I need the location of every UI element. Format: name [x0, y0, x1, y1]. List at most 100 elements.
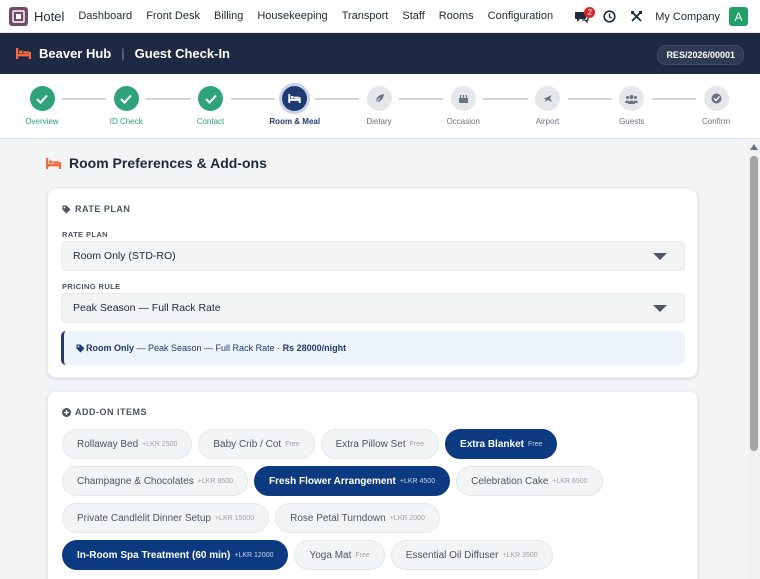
users-icon	[619, 86, 645, 111]
addon-chip[interactable]: Fresh Flower Arrangement +LKR 4500	[253, 466, 451, 496]
chevron-down-icon	[653, 253, 667, 260]
addon-chip[interactable]: In-Room Spa Treatment (60 min) +LKR 12000	[62, 540, 289, 570]
addon-price: +LKR 15000	[214, 514, 255, 522]
step-label: Overview	[25, 117, 59, 126]
step-label: Confirm	[701, 117, 730, 126]
pricing-rule-label: PRICING RULE	[62, 282, 121, 291]
step-label: Guests	[619, 117, 645, 126]
addon-chip[interactable]: Extra Pillow Set Free	[320, 429, 440, 459]
menu-housekeeping[interactable]: Housekeeping	[250, 10, 334, 22]
menu-staff[interactable]: Staff	[395, 10, 431, 22]
step-overview[interactable]: Overview	[2, 86, 82, 126]
rate-plan-label: RATE PLAN	[62, 230, 108, 239]
addon-chip[interactable]: Rollaway Bed +LKR 2500	[62, 429, 193, 459]
addons-heading: ADD-ON ITEMS	[62, 407, 147, 417]
step-confirm[interactable]: Confirm	[676, 86, 756, 126]
systray: 2 My Company A	[571, 0, 760, 33]
top-navbar: Hotel Dashboard Front Desk Billing House…	[0, 0, 760, 33]
menu-front-desk[interactable]: Front Desk	[139, 10, 207, 22]
tag-icon	[76, 344, 85, 352]
rate-plan-heading: RATE PLAN	[62, 204, 130, 214]
step-label: Occasion	[446, 117, 480, 126]
step-label: ID Check	[109, 117, 143, 126]
checkin-stepper: Overview ID Check Contact Room & Meal Dietar…	[0, 74, 760, 139]
addon-price: +LKR 2500	[142, 440, 178, 448]
step-contact[interactable]: Contact	[171, 86, 251, 126]
check-icon	[113, 86, 139, 111]
menu-billing[interactable]: Billing	[207, 10, 250, 22]
addon-name: Extra Blanket	[460, 438, 524, 450]
company-switcher[interactable]: My Company	[655, 11, 720, 23]
check-circle-icon	[703, 86, 729, 111]
reservation-badge: RES/2026/00001	[657, 45, 744, 65]
activity-button[interactable]	[598, 6, 620, 28]
addon-chips: Rollaway Bed +LKR 2500 Baby Crib / Cot Free…	[62, 429, 682, 577]
addon-name: Celebration Cake	[471, 475, 549, 487]
scrollbar[interactable]	[748, 140, 760, 579]
check-icon	[29, 86, 55, 111]
rate-plan-select[interactable]: Room Only (STD-RO)	[61, 241, 685, 271]
step-label: Airport	[535, 117, 560, 126]
pricing-rule-value: Peak Season — Full Rack Rate	[73, 302, 221, 314]
addon-row: In-Room Spa Treatment (60 min) +LKR 12000…	[62, 540, 682, 570]
addon-name: Rose Petal Turndown	[290, 512, 386, 524]
avatar[interactable]: A	[729, 7, 748, 26]
addon-chip[interactable]: Celebration Cake +LKR 6500	[456, 466, 603, 496]
addon-chip[interactable]: Essential Oil Diffuser +LKR 3500	[390, 540, 553, 570]
menu-transport[interactable]: Transport	[335, 10, 396, 22]
pricing-rule-select[interactable]: Peak Season — Full Rack Rate	[61, 293, 685, 323]
addon-row: Champagne & Chocolates +LKR 8500 Fresh Flo…	[62, 466, 682, 496]
app-name[interactable]: Hotel	[34, 9, 64, 24]
addon-price: Free	[409, 440, 425, 448]
addon-name: Fresh Flower Arrangement	[268, 475, 396, 487]
addon-name: Extra Pillow Set	[335, 438, 406, 450]
addon-chip[interactable]: Extra Blanket Free	[445, 429, 558, 459]
scroll-up-icon[interactable]	[750, 144, 758, 150]
section-title: Room Preferences & Add-ons	[46, 155, 267, 171]
step-id-check[interactable]: ID Check	[86, 86, 166, 126]
check-icon	[198, 86, 223, 111]
plus-circle-icon	[62, 407, 71, 417]
addon-price: Free	[527, 440, 543, 448]
main-content: Room Preferences & Add-ons RATE PLAN RAT…	[0, 140, 748, 579]
leaf-icon	[366, 86, 392, 111]
chat-badge: 2	[584, 6, 596, 18]
addon-chip[interactable]: Champagne & Chocolates +LKR 8500	[62, 466, 248, 496]
tools-button[interactable]	[625, 6, 647, 28]
chat-button[interactable]: 2	[571, 6, 596, 28]
bed-icon	[46, 157, 61, 169]
addon-row: Private Candlelit Dinner Setup +LKR 15000…	[62, 503, 682, 533]
addon-price: +LKR 2000	[389, 514, 425, 522]
addon-price: Free	[355, 551, 370, 559]
bed-icon	[16, 48, 31, 59]
step-occasion[interactable]: Occasion	[423, 86, 503, 126]
summary-plan: Room Only	[86, 343, 135, 353]
step-room-meal[interactable]: Room & Meal	[255, 86, 335, 126]
menu-rooms[interactable]: Rooms	[432, 10, 481, 22]
menu-configuration[interactable]: Configuration	[481, 10, 560, 22]
addon-chip[interactable]: Yoga Mat Free	[294, 540, 385, 570]
addon-name: Yoga Mat	[309, 549, 352, 561]
addon-chip[interactable]: Baby Crib / Cot Free	[198, 429, 315, 459]
tools-icon	[630, 10, 642, 22]
addon-price: +LKR 4500	[399, 477, 436, 485]
addon-chip[interactable]: Rose Petal Turndown +LKR 2000	[275, 503, 440, 533]
scrollbar-thumb[interactable]	[750, 156, 758, 451]
addon-name: Essential Oil Diffuser	[405, 549, 499, 561]
addons-card: ADD-ON ITEMS Rollaway Bed +LKR 2500 Baby C…	[47, 391, 698, 579]
addon-price: +LKR 6500	[552, 477, 588, 485]
step-guests[interactable]: Guests	[592, 86, 672, 126]
hotel-app-icon[interactable]	[9, 6, 28, 26]
addon-price: +LKR 12000	[234, 551, 274, 559]
menu-dashboard[interactable]: Dashboard	[71, 10, 139, 22]
step-airport[interactable]: Airport	[508, 86, 588, 126]
addon-name: In-Room Spa Treatment (60 min)	[77, 549, 231, 561]
addon-name: Baby Crib / Cot	[213, 438, 282, 450]
step-dietary[interactable]: Dietary	[339, 86, 419, 126]
section-title-text: Room Preferences & Add-ons	[69, 155, 267, 171]
addon-chip[interactable]: Private Candlelit Dinner Setup +LKR 15000	[62, 503, 270, 533]
summary-rule: — Peak Season — Full Rack Rate ·	[134, 343, 283, 353]
checkin-header: Beaver Hub | Guest Check-In RES/2026/000…	[0, 33, 760, 74]
addon-row: Rollaway Bed +LKR 2500 Baby Crib / Cot Free…	[62, 429, 682, 459]
rate-plan-value: Room Only (STD-RO)	[73, 250, 176, 262]
